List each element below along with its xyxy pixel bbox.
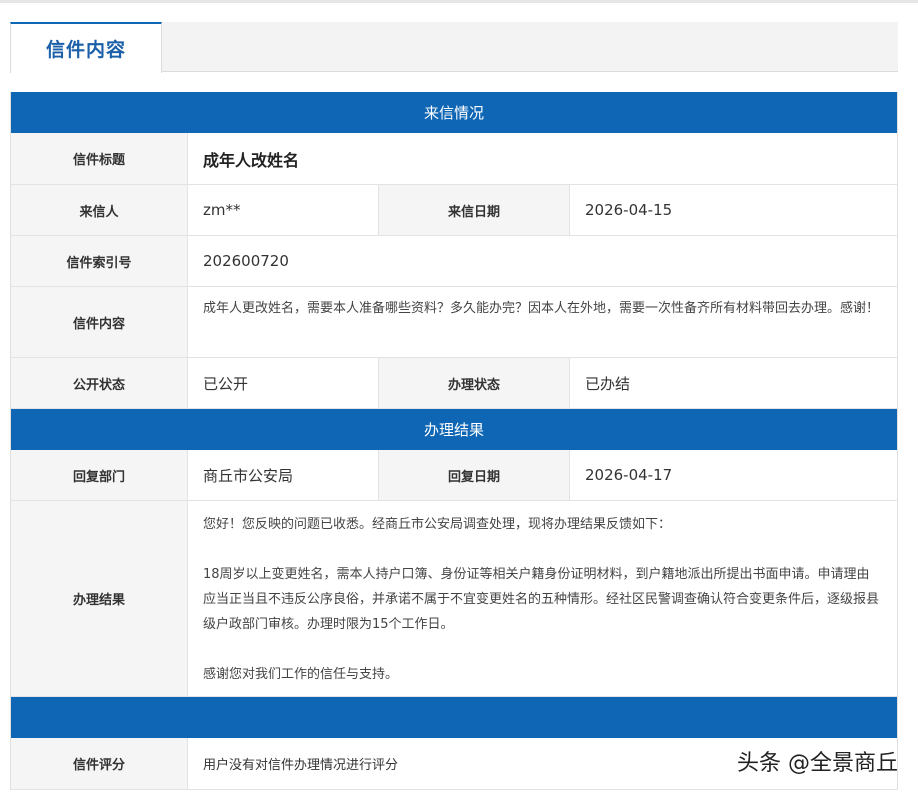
label-letter-date: 来信日期 (379, 185, 570, 235)
section-header-letter: 来信情况 (11, 92, 897, 133)
value-process-status: 已办结 (585, 374, 631, 393)
watermark: 头条 @全景商丘 (737, 751, 898, 776)
label-index: 信件索引号 (11, 236, 188, 286)
label-public-status: 公开状态 (11, 358, 188, 408)
value-reply-date: 2026-04-17 (585, 466, 673, 484)
value-letter-date: 2026-04-15 (585, 201, 673, 219)
value-letter-content: 成年人更改姓名，需要本人准备哪些资料？多久能办完？因本人在外地，需要一次性备齐所… (203, 301, 880, 316)
row-letter-title: 信件标题 成年人改姓名 (11, 133, 897, 185)
result-paragraph-3: 感谢您对我们工作的信任与支持。 (203, 667, 399, 682)
label-rating: 信件评分 (11, 738, 188, 789)
row-status: 公开状态 已公开 办理状态 已办结 (11, 358, 897, 409)
value-letter-title: 成年人改姓名 (203, 150, 300, 170)
label-letter-content: 信件内容 (11, 287, 188, 357)
label-process-status: 办理状态 (379, 358, 570, 408)
label-reply-dept: 回复部门 (11, 450, 188, 500)
value-public-status: 已公开 (188, 358, 379, 408)
section-header-result: 办理结果 (11, 409, 897, 450)
section-header-rating (11, 697, 897, 738)
result-paragraph-1: 您好！您反映的问题已收悉。经商丘市公安局调查处理，现将办理结果反馈如下： (203, 517, 672, 532)
result-paragraph-2: 18周岁以上变更姓名，需本人持户口簿、身份证等相关户籍身份证明材料，到户籍地派出… (203, 567, 880, 632)
label-letter-title: 信件标题 (11, 133, 188, 184)
tab-bar: 信件内容 (10, 22, 898, 73)
tab-label: 信件内容 (45, 39, 126, 61)
row-letter-content: 信件内容 成年人更改姓名，需要本人准备哪些资料？多久能办完？因本人在外地，需要一… (11, 287, 897, 358)
row-index: 信件索引号 202600720 (11, 236, 897, 287)
label-reply-date: 回复日期 (379, 450, 570, 500)
label-sender: 来信人 (11, 185, 188, 235)
row-sender: 来信人 zm** 来信日期 2026-04-15 (11, 185, 897, 236)
value-result: 您好！您反映的问题已收悉。经商丘市公安局调查处理，现将办理结果反馈如下： 18周… (188, 501, 897, 696)
value-sender: zm** (188, 185, 379, 235)
row-reply-dept: 回复部门 商丘市公安局 回复日期 2026-04-17 (11, 450, 897, 501)
top-strip (0, 0, 918, 3)
tab-letter-content[interactable]: 信件内容 (10, 22, 162, 73)
value-reply-dept: 商丘市公安局 (188, 450, 379, 500)
row-result: 办理结果 您好！您反映的问题已收悉。经商丘市公安局调查处理，现将办理结果反馈如下… (11, 501, 897, 697)
letter-panel: 来信情况 信件标题 成年人改姓名 来信人 zm** 来信日期 2026-04-1… (10, 92, 898, 790)
label-result: 办理结果 (11, 501, 188, 696)
value-index: 202600720 (203, 252, 289, 270)
